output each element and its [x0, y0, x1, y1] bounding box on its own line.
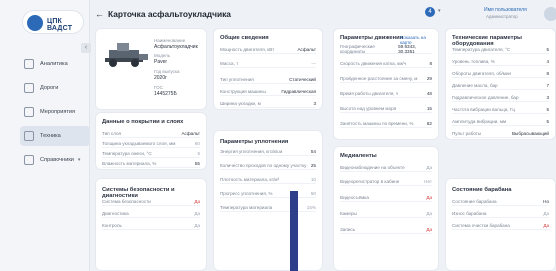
analytics-icon [24, 59, 34, 69]
notification-badge[interactable]: 4 [425, 7, 435, 17]
sidebar-item-events[interactable]: Мероприятия [20, 102, 90, 122]
sidebar-item-label: Техника [40, 133, 61, 139]
movement-row: Высота над уровнем моря 15 [340, 104, 432, 113]
drum-row: Система очистки барабана Да [452, 221, 549, 230]
technical-row: Давление масла, бар 7 [452, 81, 549, 90]
coating-card: Данные о покрытии и слоях Тип слоя Асфаль… [95, 112, 207, 170]
drum-row: Состояние барабана Но [452, 197, 549, 206]
coating-title: Данные о покрытии и слоях [102, 119, 184, 125]
movement-title: Параметры движения [340, 35, 404, 41]
coating-row: Температура смеси, °C 5 [102, 149, 200, 158]
machine-name-value: Асфальтоукладчик [154, 44, 198, 50]
technical-row: Обороты двигателя, об/мин 8 [452, 69, 549, 78]
media-row: Видеорегистратор в кабине Нет [340, 177, 432, 186]
general-title: Общие сведения [220, 35, 269, 41]
compaction-row: Прогресс уплотнения, % 50 [220, 189, 316, 198]
drum-title: Состояние барабана [452, 187, 512, 193]
progress-bar [290, 191, 298, 271]
movement-row: Время работы двигателя, ч 48 [340, 89, 432, 98]
sidebar-item-analytics[interactable]: Аналитика [20, 54, 90, 74]
collapse-sidebar-button[interactable]: ‹ [81, 43, 91, 53]
movement-row: Скорость движения катка, км/ч 8 [340, 59, 432, 68]
page-title: Карточка асфальтоукладчика [108, 9, 231, 19]
general-row: Конструкция машины Гидравлическая [220, 87, 316, 96]
media-card: Медиаленты Видеонаблюдение на объекте Да … [333, 146, 439, 271]
general-row: Масса, т — [220, 59, 316, 68]
coating-row: Толщина укладываемого слоя, мм 60 [102, 139, 200, 148]
movement-row: Географические координаты 59.9343, 30.335… [340, 44, 432, 54]
machine-year-value: 2020г [154, 75, 167, 81]
coating-row: Тип слоя Асфальт [102, 129, 200, 138]
general-row: Ширина укладки, м3 [220, 99, 316, 108]
media-row: Камеры Да [340, 209, 432, 218]
compaction-row: Энергия уплотнения, кгс/кв.м 54 [220, 147, 316, 156]
general-card: Общие сведения Мощность двигателя, кВт Ас… [213, 28, 323, 110]
drum-row: Износ барабана Да [452, 209, 549, 218]
sidebar-item-references[interactable]: Справочники ▾ [20, 150, 90, 170]
road-icon [24, 83, 34, 93]
compaction-title: Параметры уплотнения [220, 139, 289, 145]
sidebar-item-label: Дороги [40, 85, 59, 91]
machine-card: Наименование Асфальтоукладчик Модель Pav… [95, 28, 207, 110]
compaction-row: Количество проходов по одному участку 25 [220, 161, 316, 170]
technical-row: Амплитуда вибрации, мм 5 [452, 117, 549, 126]
technical-row: Пульт работы Выбрасывающий [452, 129, 549, 138]
sidebar-item-label: Мероприятия [40, 109, 76, 115]
machine-model-label: Модель [154, 53, 171, 58]
safety-row: Контроль Да [102, 221, 200, 230]
paver-image [103, 38, 149, 70]
safety-row: Диагностика Да [102, 209, 200, 218]
machine-year-label: Год выпуска [154, 69, 180, 74]
sidebar-item-roads[interactable]: Дороги [20, 78, 90, 98]
sidebar-nav: Аналитика Дороги Мероприятия Техника Спр… [20, 54, 90, 174]
technical-row: Частота вибрации вальца, Гц 5 [452, 105, 549, 114]
sidebar: ЦПК ВАДСТ ‹ Аналитика Дороги Мероприятия… [0, 0, 91, 271]
movement-row: Занятость машины по времени, % 82 [340, 119, 432, 128]
media-row: Запись Да [340, 225, 432, 234]
machine-model-value: Paver [154, 59, 168, 65]
media-row: Видеосъёмка Да [340, 193, 432, 202]
technical-row: Гидравлическое давление, бар 3 [452, 93, 549, 102]
sidebar-item-machinery[interactable]: Техника [20, 126, 90, 146]
user-name[interactable]: Имя пользователя [484, 7, 527, 13]
machine-name-label: Наименование [154, 38, 186, 43]
machine-reg-value: 1445275Б [154, 91, 177, 97]
technical-card: Технические параметры оборудования Темпе… [445, 28, 556, 140]
media-title: Медиаленты [340, 153, 377, 159]
compaction-card: Параметры уплотнения Энергия уплотнения,… [213, 130, 323, 271]
sidebar-item-label: Справочники [40, 157, 74, 163]
media-row: Видеонаблюдение на объекте Да [340, 163, 432, 172]
logo[interactable]: ЦПК ВАДСТ [22, 10, 84, 34]
safety-card: Системы безопасности и диагностики Систе… [95, 178, 207, 271]
general-row: Мощность двигателя, кВт Асфальт [220, 45, 316, 54]
chevron-down-icon[interactable]: ▾ [438, 8, 441, 14]
avatar[interactable] [544, 7, 556, 21]
compaction-row: Температура материала 15% [220, 203, 316, 212]
logo-mark-icon [27, 15, 43, 31]
machine-reg-label: ГОС [154, 85, 163, 90]
machinery-icon [24, 131, 34, 141]
coating-row: Влажность материала, % 55 [102, 159, 200, 168]
compaction-row: Плотность материала, кг/м³ 10 [220, 175, 316, 184]
back-button[interactable]: ← [95, 9, 104, 19]
references-icon [24, 155, 34, 165]
technical-row: Уровень топлива, % 4 [452, 57, 549, 66]
events-icon [24, 107, 34, 117]
sidebar-item-label: Аналитика [40, 61, 68, 67]
movement-row: Пройденное расстояние за смену, м 29 [340, 74, 432, 83]
general-row: Тип уплотнения Статический [220, 75, 316, 84]
movement-card: Параметры движения Показать на карте Гео… [333, 28, 439, 140]
drum-card: Состояние барабана Состояние барабана Но … [445, 178, 556, 271]
safety-row: Система безопасности Да [102, 197, 200, 206]
logo-text: ЦПК ВАДСТ [47, 18, 73, 32]
technical-row: Температура двигателя, °C 5 [452, 45, 549, 54]
user-role: Администратор [486, 14, 518, 19]
chevron-down-icon: ▾ [77, 157, 81, 163]
